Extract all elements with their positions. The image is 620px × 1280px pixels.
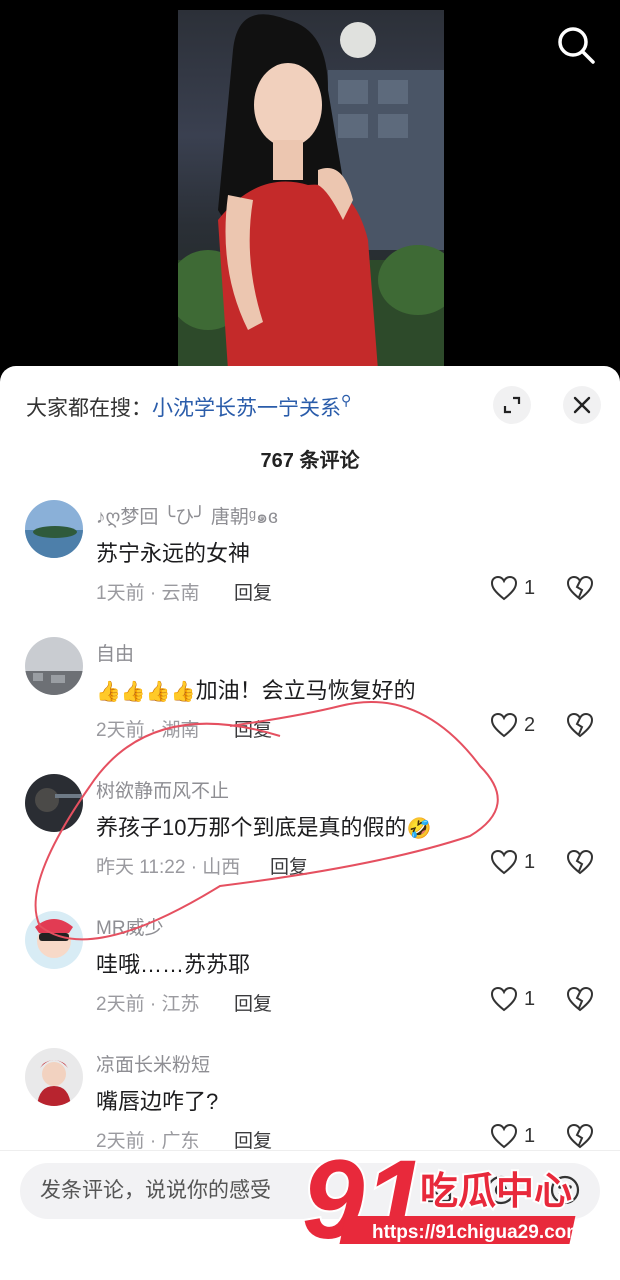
like-button[interactable]: 2 (490, 712, 535, 738)
comment-meta: 昨天 11:22 · 山西 (96, 857, 241, 878)
expand-icon (503, 396, 521, 414)
avatar[interactable] (25, 911, 83, 969)
like-button[interactable]: 1 (490, 1123, 535, 1149)
trending-search-prefix: 大家都在搜： (26, 397, 152, 420)
like-button[interactable]: 1 (490, 986, 535, 1012)
commenter-name[interactable]: 凉面长米粉短 (96, 1050, 210, 1077)
smiley-icon (550, 1175, 580, 1205)
broken-heart-icon (566, 986, 594, 1012)
small-search-icon: ⚲ (341, 392, 352, 408)
comment-item: ♪ღ梦回 ╰ひ╯ 唐朝ᵍ๑ɞ 苏宁永远的女神 1天前 · 云南 回复 1 (0, 496, 620, 633)
broken-heart-icon (566, 1123, 594, 1149)
close-button[interactable] (563, 386, 601, 424)
comment-text: 👍👍👍👍加油！会立马恢复好的 (96, 678, 416, 703)
trending-search-hint[interactable]: 大家都在搜：小沈学长苏一宁关系⚲ (26, 392, 351, 422)
comment-list[interactable]: ♪ღ梦回 ╰ひ╯ 唐朝ᵍ๑ɞ 苏宁永远的女神 1天前 · 云南 回复 1 自由 … (0, 496, 620, 1181)
commenter-name[interactable]: 自由 (96, 639, 134, 666)
video-scene (178, 14, 444, 370)
dislike-button[interactable] (566, 575, 594, 606)
avatar[interactable] (25, 1048, 83, 1106)
reply-button[interactable]: 回复 (234, 1126, 272, 1153)
at-icon (486, 1175, 516, 1205)
comment-meta: 1天前 · 云南 (96, 583, 200, 604)
comment-input-bar (0, 1150, 620, 1280)
image-button[interactable] (420, 1173, 454, 1212)
broken-heart-icon (566, 712, 594, 738)
avatar[interactable] (25, 774, 83, 832)
like-count: 1 (524, 1124, 536, 1147)
dislike-button[interactable] (566, 986, 594, 1017)
heart-icon (490, 986, 518, 1012)
broken-heart-icon (566, 575, 594, 601)
video-player[interactable] (0, 0, 620, 380)
like-count: 1 (524, 850, 536, 873)
comment-text: 嘴唇边咋了? (96, 1089, 219, 1114)
commenter-name[interactable]: MR威少 (96, 913, 164, 940)
emoji-button[interactable] (548, 1173, 582, 1212)
comment-item: MR威少 哇哦……苏苏耶 2天前 · 江苏 回复 1 (0, 907, 620, 1044)
comment-meta: 2天前 · 广东 (96, 1131, 200, 1152)
dislike-button[interactable] (566, 712, 594, 743)
like-count: 1 (524, 987, 536, 1010)
rofl-emoji: 🤣 (406, 818, 432, 840)
commenter-name[interactable]: 树欲静而风不止 (96, 776, 229, 803)
comment-meta: 2天前 · 江苏 (96, 994, 200, 1015)
avatar-portrait-image (25, 1048, 83, 1106)
like-button[interactable]: 1 (490, 575, 535, 601)
reply-button[interactable]: 回复 (234, 578, 272, 605)
reply-button[interactable]: 回复 (270, 852, 308, 879)
reply-button[interactable]: 回复 (234, 989, 272, 1016)
heart-icon (490, 712, 518, 738)
avatar-landscape-image (25, 500, 83, 558)
avatar-cartoon-image (25, 911, 83, 969)
trending-search-link[interactable]: 小沈学长苏一宁关系 (152, 397, 341, 420)
heart-icon (490, 849, 518, 875)
like-count: 1 (524, 576, 536, 599)
mention-button[interactable] (484, 1173, 518, 1212)
comment-meta: 2天前 · 湖南 (96, 720, 200, 741)
sheet-header: 大家都在搜：小沈学长苏一宁关系⚲ (0, 366, 620, 442)
comment-sheet: 大家都在搜：小沈学长苏一宁关系⚲ 767 条评论 ♪ღ梦回 ╰ひ╯ 唐朝ᵍ๑ɞ … (0, 366, 620, 1280)
search-button[interactable] (553, 22, 599, 68)
thumbs-up-emoji: 👍👍👍👍 (96, 681, 196, 703)
broken-heart-icon (566, 849, 594, 875)
comment-count: 767 条评论 (260, 450, 360, 472)
reply-button[interactable]: 回复 (234, 715, 272, 742)
avatar-dark-image (25, 774, 83, 832)
avatar[interactable] (25, 500, 83, 558)
comment-text: 苏宁永远的女神 (96, 541, 251, 566)
commenter-name[interactable]: ♪ღ梦回 ╰ひ╯ 唐朝ᵍ๑ɞ (96, 502, 278, 532)
like-button[interactable]: 1 (490, 849, 535, 875)
avatar[interactable] (25, 637, 83, 695)
comment-text: 哇哦……苏苏耶 (96, 952, 251, 977)
heart-icon (490, 1123, 518, 1149)
heart-icon (490, 575, 518, 601)
dislike-button[interactable] (566, 849, 594, 880)
like-count: 2 (524, 713, 536, 736)
search-icon (558, 27, 595, 64)
comment-item: 树欲静而风不止 养孩子10万那个到底是真的假的🤣 昨天 11:22 · 山西 回… (0, 770, 620, 907)
image-icon (422, 1177, 452, 1203)
video-thumbnail[interactable] (178, 10, 444, 370)
avatar-city-image (25, 637, 83, 695)
close-icon (573, 396, 591, 414)
expand-button[interactable] (493, 386, 531, 424)
comment-item: 自由 👍👍👍👍加油！会立马恢复好的 2天前 · 湖南 回复 2 (0, 633, 620, 770)
comment-text: 养孩子10万那个到底是真的假的🤣 (96, 815, 432, 840)
